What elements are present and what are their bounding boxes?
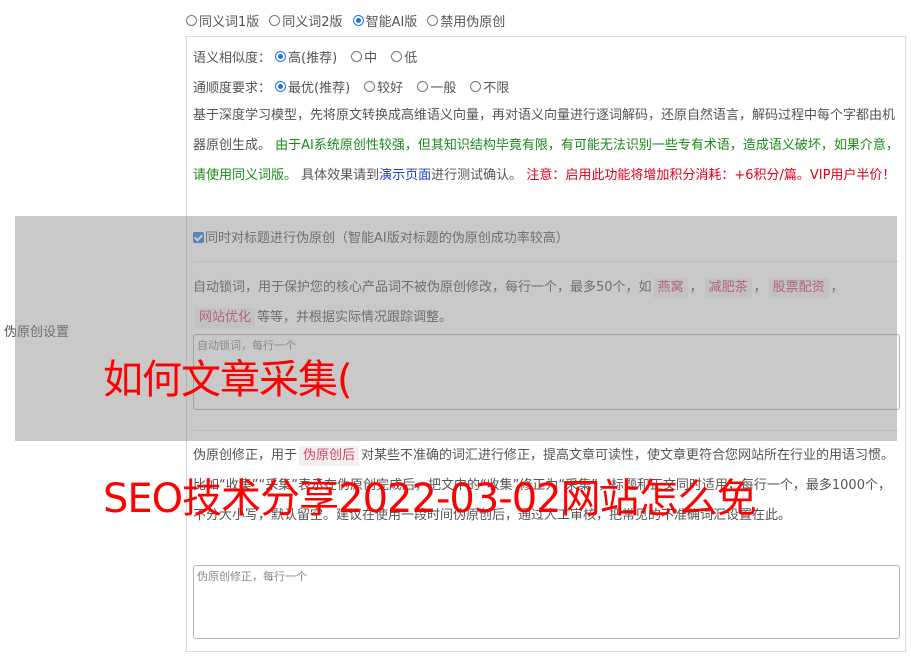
fluency-normal[interactable]: 一般 [417,77,456,96]
radio-circle[interactable] [269,14,281,26]
lock-words-text-2: 等等，并根据实际情况跟踪调整。 [257,310,453,325]
example-tag: 网站优化 [195,308,256,328]
example-tag: 减肥茶 [704,278,752,298]
tag-separator: ， [753,280,767,295]
correction-text: 伪原创修正，用于 [193,448,298,463]
divider [193,261,899,262]
fluency-good[interactable]: 较好 [364,77,403,96]
fluency-good-label: 较好 [377,80,404,96]
watermark-line-1: 如何文章采集( [103,357,353,403]
tag-separator: ， [689,280,703,295]
mode-radio-ai[interactable]: 智能AI版 [352,11,418,30]
fluency-row: 通顺度要求： 最优(推荐) 较好 一般 不限 [193,75,899,97]
mode-label-ai: 智能AI版 [365,14,418,30]
similarity-mid-label: 中 [364,50,378,66]
lock-words-description: 自动锁词，用于保护您的核心产品词不被伪原创修改，每行一个，最多50个，如 燕窝，减… [193,273,899,333]
mode-label-synonym2: 同义词2版 [282,14,343,30]
mode-label-synonym1: 同义词1版 [199,14,260,30]
correction-input[interactable] [193,565,900,639]
example-tag: 股票配资 [768,278,829,298]
fluency-any[interactable]: 不限 [470,77,509,96]
radio-circle[interactable] [186,14,197,26]
similarity-high-label: 高(推荐) [288,50,338,66]
radio-circle[interactable] [352,14,364,26]
mode-radio-synonym2[interactable]: 同义词2版 [269,11,343,30]
radio-circle[interactable] [275,50,287,62]
ai-description: 基于深度学习模型，先将原文转换成高维语义向量，再对语义向量进行逐词解码，还原自然… [193,101,899,191]
title-checkbox[interactable] [193,232,204,243]
similarity-mid[interactable]: 中 [351,47,377,66]
mode-radio-disable[interactable]: 禁用伪原创 [427,11,505,30]
fluency-any-label: 不限 [483,80,510,96]
mode-options: 同义词1版 同义词2版 智能AI版 禁用伪原创 [186,10,515,30]
fluency-label: 通顺度要求： [193,80,272,96]
watermark-line-2: SEO技术分享2022-03-02网站怎么免 [103,476,757,522]
section-label: 伪原创设置 [4,325,70,340]
correction-tag: 伪原创后 [299,446,360,466]
radio-circle[interactable] [391,50,403,62]
description-text-2: 具体效果请到 [297,168,380,183]
lock-words-text: 自动锁词，用于保护您的核心产品词不被伪原创修改，每行一个，最多50个，如 [193,280,652,295]
radio-circle[interactable] [275,80,287,92]
tag-separator: ， [830,280,844,295]
example-tag: 燕窝 [653,278,688,298]
similarity-high[interactable]: 高(推荐) [275,47,337,66]
description-text-3: 进行测试确认。 [431,168,527,183]
radio-circle[interactable] [417,80,429,92]
title-checkbox-label: 同时对标题进行伪原创（智能AI版对标题的伪原创成功率较高） [205,231,569,246]
similarity-low[interactable]: 低 [391,47,417,66]
radio-circle[interactable] [351,50,363,62]
similarity-row: 语义相似度： 高(推荐) 中 低 [193,45,899,67]
ai-settings-panel: 语义相似度： 高(推荐) 中 低 通顺度要求： 最优(推荐) 较好 一般 不限 … [186,36,906,652]
fluency-best[interactable]: 最优(推荐) [275,77,350,96]
fluency-normal-label: 一般 [430,80,457,96]
cost-notice: 注意：启用此功能将增加积分消耗：+6积分/篇。VIP用户半价！ [526,168,896,183]
similarity-low-label: 低 [404,50,418,66]
title-checkbox-row[interactable]: 同时对标题进行伪原创（智能AI版对标题的伪原创成功率较高） [193,227,899,246]
radio-circle[interactable] [470,80,482,92]
mode-label-disable: 禁用伪原创 [440,14,506,30]
divider [193,430,899,431]
similarity-label: 语义相似度： [193,50,272,66]
demo-page-link[interactable]: 演示页面 [379,168,431,183]
mode-radio-synonym1[interactable]: 同义词1版 [186,11,259,30]
radio-circle[interactable] [427,14,439,26]
radio-circle[interactable] [364,80,376,92]
fluency-best-label: 最优(推荐) [288,80,351,96]
